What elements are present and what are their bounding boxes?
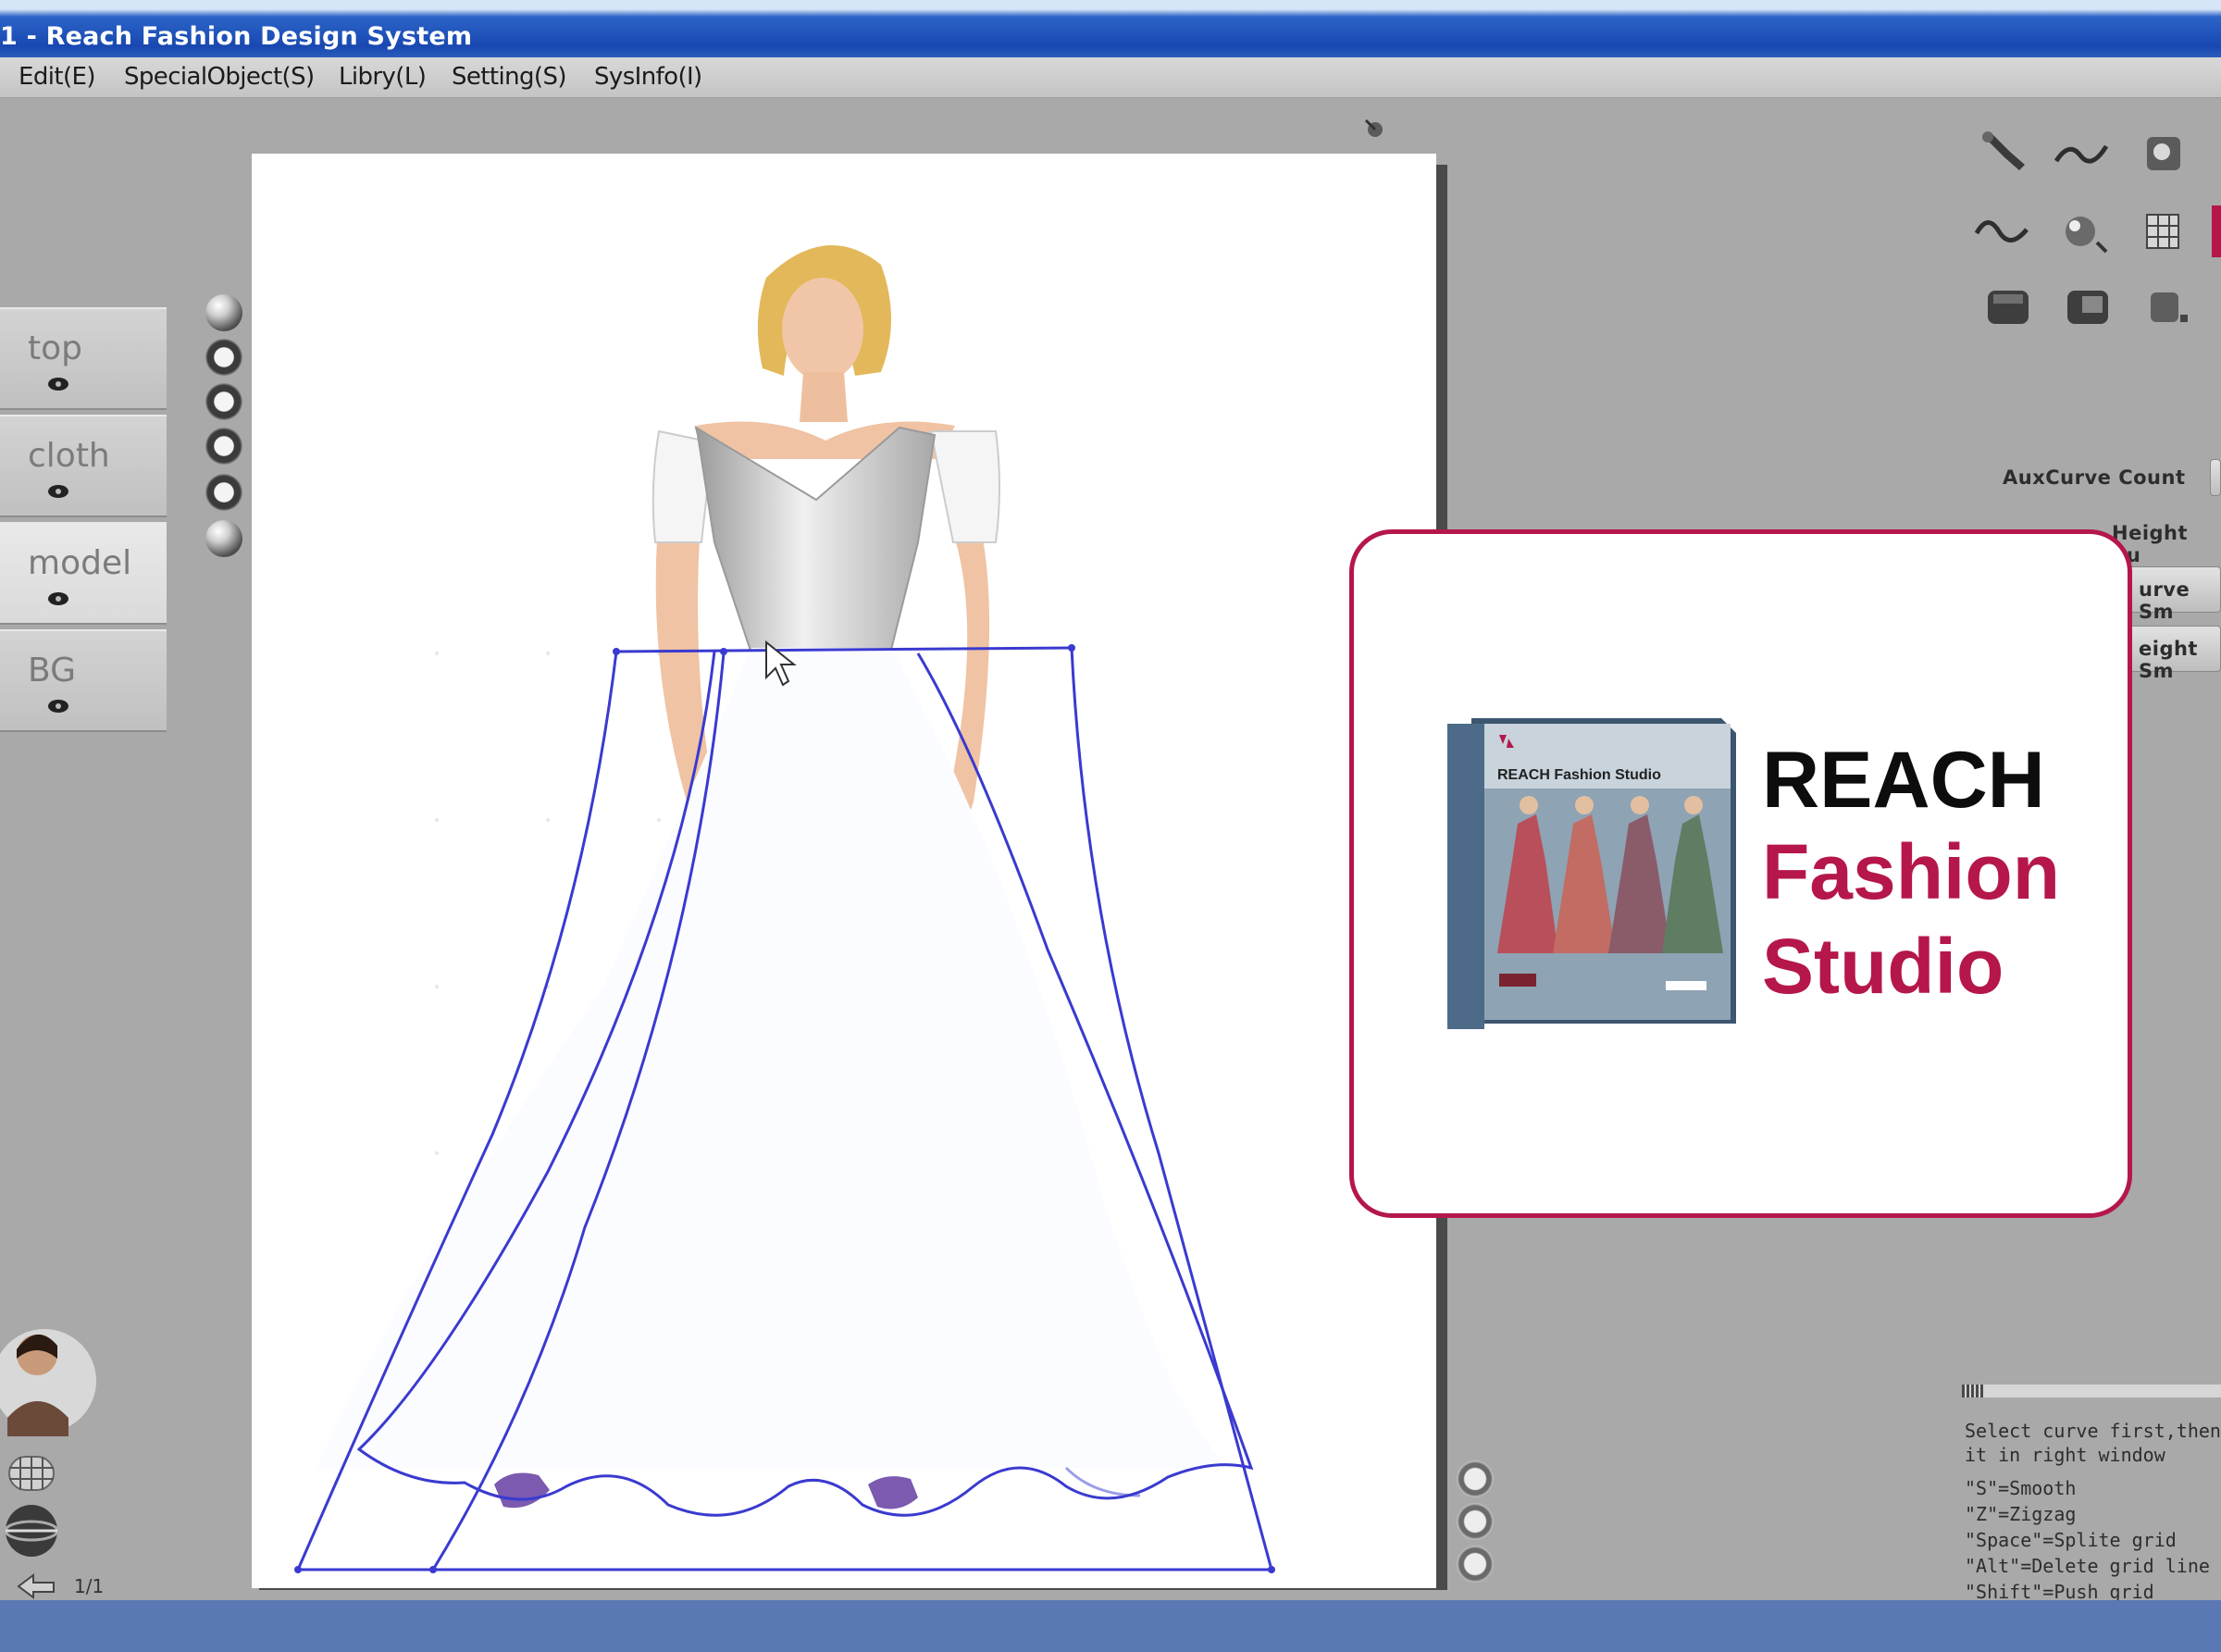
brand-reach: REACH <box>1762 736 2045 825</box>
layer-tab-top[interactable]: top <box>0 307 167 410</box>
ring-button[interactable] <box>205 383 242 420</box>
model-figure <box>294 245 1275 1573</box>
pen-tool-icon[interactable] <box>1977 128 2034 180</box>
title-bar: 1 - Reach Fashion Design System <box>0 0 2221 57</box>
curve-smooth-label: urve Sm <box>2139 578 2190 623</box>
help-line: it in right window <box>1965 1444 2165 1466</box>
nav-middle-button[interactable] <box>1457 1503 1494 1540</box>
tool-highlight <box>2212 205 2221 257</box>
box-tool-icon[interactable] <box>1980 281 2038 333</box>
layer-tab-bg[interactable]: BG <box>0 629 167 732</box>
menu-bar: Edit(E) SpecialObject(S) Libry(L) Settin… <box>0 57 2221 98</box>
sphere-tool-icon[interactable] <box>2134 128 2191 180</box>
layer-tab-label: BG <box>28 652 76 689</box>
wave-tool-icon[interactable] <box>1973 205 2030 257</box>
layer-tab-label: model <box>28 544 132 582</box>
menu-setting[interactable]: Setting(S) <box>452 63 566 91</box>
eye-icon[interactable] <box>46 696 70 716</box>
height-smooth-label: eight Sm <box>2139 638 2198 682</box>
progress-fill <box>1962 1385 1984 1397</box>
layer-tab-label: top <box>28 329 82 367</box>
help-line: "Space"=Splite grid <box>1965 1529 2177 1551</box>
nav-down-button[interactable] <box>1457 1546 1494 1583</box>
product-box-image: REACH Fashion Studio <box>1447 718 1736 1029</box>
help-line: Select curve first,then <box>1965 1420 2221 1442</box>
height-smooth-button[interactable]: eight Sm <box>2128 626 2221 682</box>
taskbar <box>0 1600 2221 1652</box>
menu-sysinfo[interactable]: SysInfo(I) <box>594 63 702 91</box>
shape-tool-icon[interactable] <box>2138 281 2195 333</box>
help-line: "Alt"=Delete grid line <box>1965 1555 2210 1577</box>
menu-special-object[interactable]: SpecialObject(S) <box>124 63 315 91</box>
layer-tool-icon[interactable] <box>2060 281 2117 333</box>
layer-tab-label: cloth <box>28 437 110 475</box>
grid-icon[interactable] <box>4 1451 59 1496</box>
product-box-title: REACH Fashion Studio <box>1497 767 1661 783</box>
mesh-tool-icon[interactable] <box>2134 205 2191 257</box>
help-line: "S"=Smooth <box>1965 1477 2077 1499</box>
page-indicator: 1/1 <box>74 1575 105 1597</box>
sphere-button[interactable] <box>205 520 242 557</box>
ring-button[interactable] <box>205 339 242 376</box>
sphere-button[interactable] <box>205 294 242 331</box>
arrow-icon[interactable] <box>13 1570 61 1599</box>
pin-icon[interactable] <box>1360 115 1390 144</box>
eye-icon[interactable] <box>46 374 70 394</box>
menu-edit[interactable]: Edit(E) <box>19 63 95 91</box>
brand-fashion: Fashion <box>1762 828 2061 915</box>
nav-up-button[interactable] <box>1457 1460 1494 1497</box>
layer-tab-cloth[interactable]: cloth <box>0 415 167 517</box>
menu-library[interactable]: Libry(L) <box>339 63 427 91</box>
eye-icon[interactable] <box>46 589 70 609</box>
help-line: "Z"=Zigzag <box>1965 1503 2077 1525</box>
model-avatar[interactable] <box>0 1316 102 1436</box>
progress-bar <box>1962 1385 2221 1397</box>
window-title: 1 - Reach Fashion Design System <box>0 22 473 51</box>
curve-tool-icon[interactable] <box>2053 128 2110 180</box>
layer-tab-model[interactable]: model <box>0 522 167 625</box>
brand-studio: Studio <box>1762 923 2004 1010</box>
auxcurve-count-label: AuxCurve Count <box>2003 466 2186 489</box>
auxcurve-count-field[interactable] <box>2210 459 2221 496</box>
eye-icon[interactable] <box>46 481 70 502</box>
ring-button[interactable] <box>205 428 242 465</box>
curve-smooth-button[interactable]: urve Sm <box>2128 566 2221 623</box>
light-tool-icon[interactable] <box>2053 205 2110 257</box>
ring-button[interactable] <box>205 474 242 511</box>
globe-icon[interactable] <box>0 1501 65 1559</box>
